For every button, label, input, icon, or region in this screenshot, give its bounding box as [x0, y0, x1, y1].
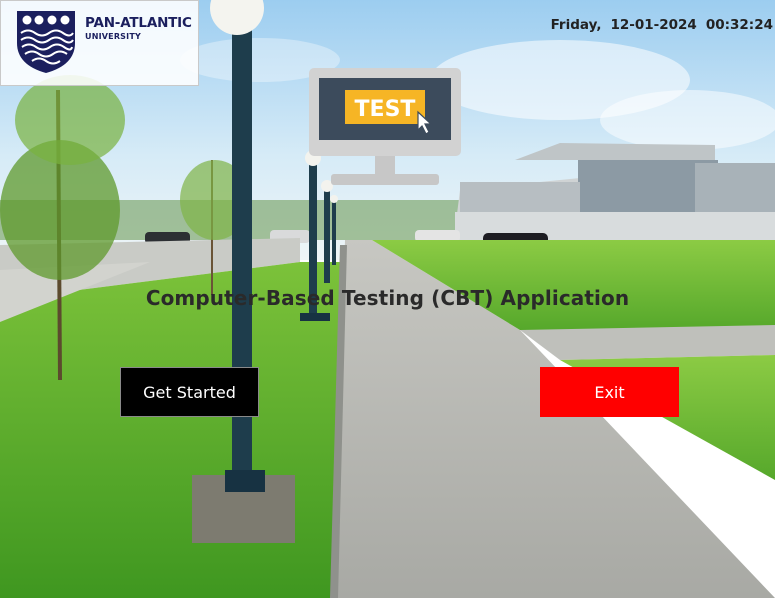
university-crest-icon [17, 11, 75, 73]
university-name: PAN-ATLANTIC [85, 15, 192, 31]
exit-button[interactable]: Exit [540, 367, 679, 417]
cbt-start-screen: PAN-ATLANTIC UNIVERSITY Friday, 12-01-202… [0, 0, 775, 598]
get-started-button[interactable]: Get Started [120, 367, 259, 417]
test-badge-label: TEST [355, 97, 416, 122]
date-label: 12-01-2024 [610, 17, 697, 33]
time-label: 00:32:24 [705, 17, 773, 33]
university-logo: PAN-ATLANTIC UNIVERSITY [0, 0, 199, 86]
computer-test-icon: TEST [309, 68, 461, 185]
date-time-display: Friday, 12-01-2024 00:32:24 [551, 17, 773, 33]
app-title: Computer-Based Testing (CBT) Application [145, 286, 630, 310]
day-label: Friday, [550, 17, 602, 33]
university-subtitle: UNIVERSITY [85, 32, 141, 41]
